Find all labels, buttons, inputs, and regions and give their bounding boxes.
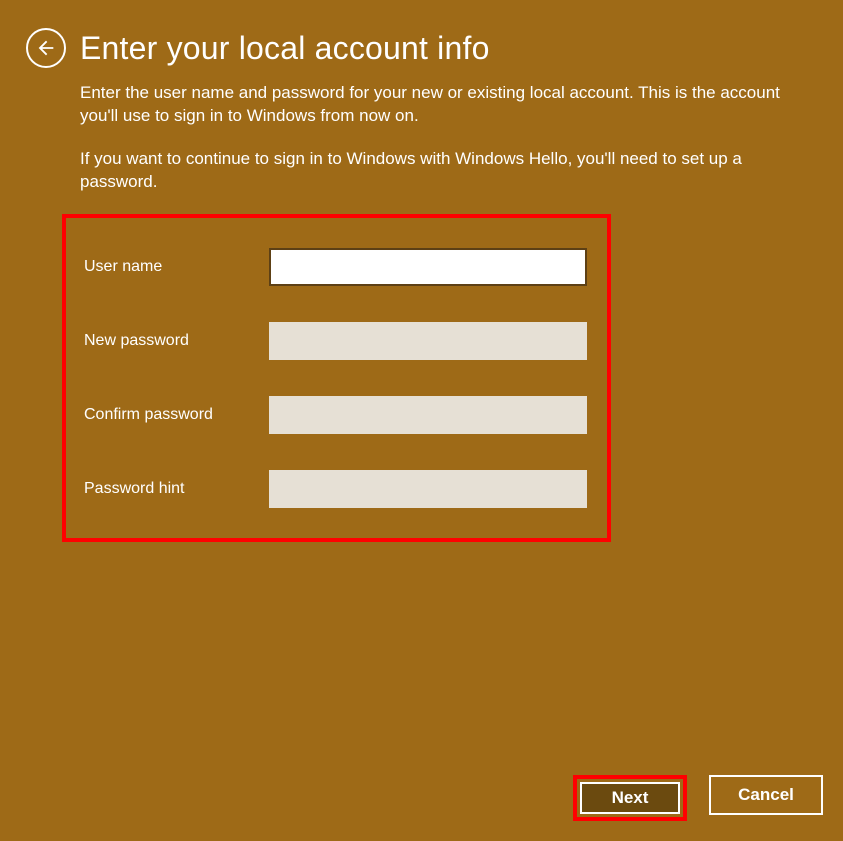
form-highlight-box: User name New password Confirm password … xyxy=(62,214,611,542)
description-paragraph-1: Enter the user name and password for you… xyxy=(80,82,803,128)
form-row-confirm-password: Confirm password xyxy=(84,396,587,434)
header: Enter your local account info xyxy=(0,0,843,68)
password-hint-label: Password hint xyxy=(84,480,269,498)
new-password-label: New password xyxy=(84,332,269,350)
new-password-input[interactable] xyxy=(269,322,587,360)
password-hint-input[interactable] xyxy=(269,470,587,508)
back-arrow-icon xyxy=(35,37,57,59)
username-label: User name xyxy=(84,258,269,276)
footer: Next Cancel xyxy=(573,775,823,821)
form-row-new-password: New password xyxy=(84,322,587,360)
page-title: Enter your local account info xyxy=(80,30,490,67)
content-area: Enter the user name and password for you… xyxy=(0,68,843,542)
confirm-password-label: Confirm password xyxy=(84,406,269,424)
next-button[interactable]: Next xyxy=(580,782,680,814)
form-row-username: User name xyxy=(84,248,587,286)
back-button[interactable] xyxy=(26,28,66,68)
cancel-button[interactable]: Cancel xyxy=(709,775,823,815)
next-button-highlight: Next xyxy=(573,775,687,821)
description: Enter the user name and password for you… xyxy=(80,82,803,194)
confirm-password-input[interactable] xyxy=(269,396,587,434)
username-input[interactable] xyxy=(269,248,587,286)
description-paragraph-2: If you want to continue to sign in to Wi… xyxy=(80,148,803,194)
form-row-password-hint: Password hint xyxy=(84,470,587,508)
